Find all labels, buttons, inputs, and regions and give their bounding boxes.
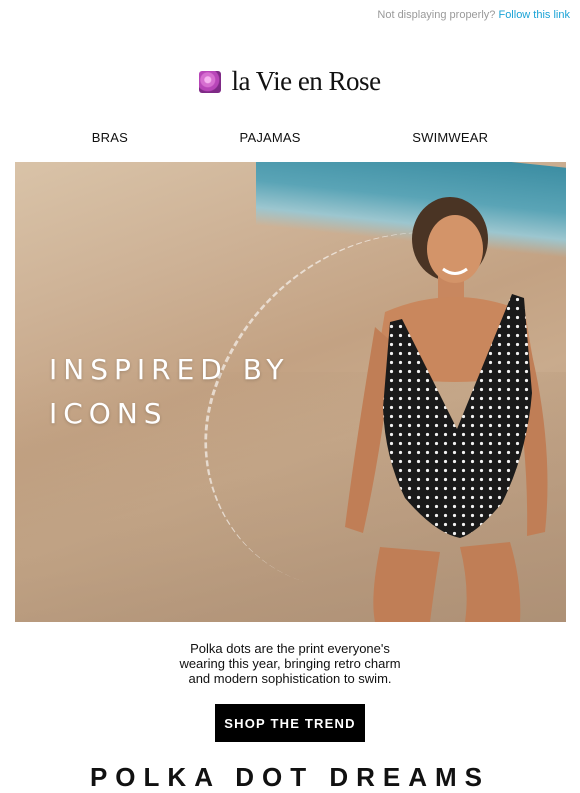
headline-line-2: ICONS <box>49 397 168 430</box>
hero-headline: INSPIRED BY ICONS <box>49 348 290 436</box>
view-online-link[interactable]: Follow this link <box>498 9 570 21</box>
body-line-1: Polka dots are the print everyone's <box>190 641 390 656</box>
body-copy: Polka dots are the print everyone's wear… <box>0 641 580 686</box>
brand-name: la Vie en Rose <box>231 66 381 96</box>
nav-item-swimwear[interactable]: SWIMWEAR <box>412 130 488 145</box>
body-line-2: wearing this year, bringing retro charm <box>179 656 401 671</box>
section-title: POLKA DOT DREAMS <box>89 762 491 792</box>
main-nav: BRAS PAJAMAS SWIMWEAR <box>0 130 580 145</box>
hero-image[interactable]: INSPIRED BY ICONS <box>15 162 566 622</box>
model-figure <box>345 197 548 622</box>
nav-item-bras[interactable]: BRAS <box>92 130 128 145</box>
headline-line-1: INSPIRED BY <box>49 353 290 386</box>
preheader: Not displaying properly? Follow this lin… <box>377 9 570 21</box>
nav-item-pajamas[interactable]: PAJAMAS <box>240 130 301 145</box>
preheader-text: Not displaying properly? <box>377 9 496 21</box>
shop-the-trend-button[interactable]: SHOP THE TREND <box>215 704 365 742</box>
brand-logo[interactable]: la Vie en Rose <box>0 66 580 97</box>
body-line-3: and modern sophistication to swim. <box>188 671 392 686</box>
rose-icon <box>199 70 222 93</box>
